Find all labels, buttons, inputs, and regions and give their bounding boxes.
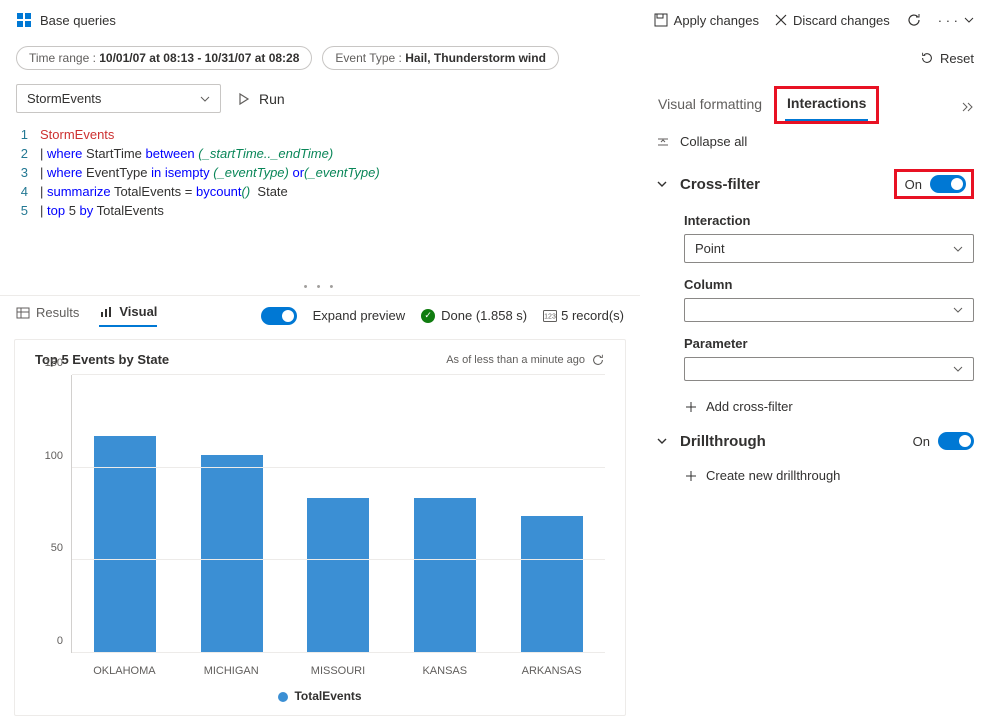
- chevron-down-icon: [953, 305, 963, 315]
- x-axis-label: ARKANSAS: [504, 665, 600, 677]
- x-axis-label: OKLAHOMA: [76, 665, 172, 677]
- interaction-select[interactable]: Point: [684, 234, 974, 263]
- header-bar: Base queries Apply changes Discard chang…: [0, 0, 990, 40]
- crossfilter-section: Cross-filter On: [656, 159, 974, 209]
- crossfilter-toggle[interactable]: [930, 175, 966, 193]
- chevron-down-icon: [964, 15, 974, 25]
- ellipsis-icon: · · ·: [938, 13, 958, 28]
- chevron-double-right-icon: [960, 100, 974, 114]
- query-status: ✓ Done (1.858 s): [421, 308, 527, 323]
- collapse-icon: [656, 135, 670, 149]
- expand-pane-button[interactable]: [960, 100, 974, 114]
- refresh-button[interactable]: [906, 12, 922, 28]
- discard-changes-button[interactable]: Discard changes: [775, 13, 890, 28]
- plus-icon: [684, 469, 698, 483]
- run-button[interactable]: Run: [237, 91, 285, 107]
- tab-interactions[interactable]: Interactions: [785, 91, 868, 121]
- x-axis-label: MICHIGAN: [183, 665, 279, 677]
- column-select[interactable]: [684, 298, 974, 322]
- chart-bar[interactable]: [307, 498, 369, 653]
- chevron-down-icon: [200, 94, 210, 104]
- chevron-down-icon[interactable]: [656, 435, 668, 447]
- pane-splitter[interactable]: • • •: [0, 281, 640, 295]
- create-drillthrough-button[interactable]: Create new drillthrough: [656, 460, 974, 491]
- highlighted-toggle: On: [894, 169, 974, 199]
- more-menu[interactable]: · · ·: [938, 13, 974, 28]
- tab-visual[interactable]: Visual: [99, 304, 157, 327]
- results-toolbar: Results Visual Expand preview ✓ Done (1.…: [0, 295, 640, 335]
- chart-legend: TotalEvents: [35, 683, 605, 703]
- page-title: Base queries: [40, 13, 116, 28]
- chart-bar[interactable]: [414, 498, 476, 653]
- collapse-all-button[interactable]: Collapse all: [656, 124, 974, 159]
- refresh-icon: [906, 12, 922, 28]
- apply-changes-button[interactable]: Apply changes: [654, 13, 759, 28]
- success-icon: ✓: [421, 309, 435, 323]
- x-axis-label: KANSAS: [397, 665, 493, 677]
- chart-timestamp: As of less than a minute ago: [446, 353, 605, 367]
- filter-bar: Time range : 10/01/07 at 08:13 - 10/31/0…: [0, 40, 990, 76]
- parameter-label: Parameter: [656, 332, 974, 355]
- legend-color-icon: [278, 692, 288, 702]
- chevron-down-icon: [953, 244, 963, 254]
- close-icon: [775, 14, 787, 26]
- chevron-down-icon[interactable]: [656, 178, 668, 190]
- app-icon: [16, 12, 32, 28]
- tab-visual-formatting[interactable]: Visual formatting: [656, 92, 764, 122]
- reset-button[interactable]: Reset: [920, 51, 974, 66]
- chart-bar[interactable]: [521, 516, 583, 653]
- expand-preview-toggle[interactable]: [261, 307, 297, 325]
- query-editor[interactable]: 1StormEvents2| where StartTime between (…: [0, 121, 640, 281]
- event-type-filter[interactable]: Event Type : Hail, Thunderstorm wind: [322, 46, 559, 70]
- add-crossfilter-button[interactable]: Add cross-filter: [656, 391, 974, 422]
- x-axis-label: MISSOURI: [290, 665, 386, 677]
- interaction-label: Interaction: [656, 209, 974, 232]
- parameter-select[interactable]: [684, 357, 974, 381]
- chart-bar[interactable]: [94, 436, 156, 653]
- record-count: 123 5 record(s): [543, 308, 624, 323]
- play-icon: [237, 92, 251, 106]
- chart-panel: Top 5 Events by State As of less than a …: [14, 339, 626, 716]
- chevron-down-icon: [953, 364, 963, 374]
- highlighted-tab: Interactions: [774, 86, 879, 124]
- chart-body: 050100150OKLAHOMAMICHIGANMISSOURIKANSASA…: [35, 375, 605, 683]
- expand-preview-label: Expand preview: [313, 308, 406, 323]
- chart-icon: [99, 305, 113, 319]
- time-range-filter[interactable]: Time range : 10/01/07 at 08:13 - 10/31/0…: [16, 46, 312, 70]
- tab-results[interactable]: Results: [16, 305, 79, 326]
- source-dropdown[interactable]: StormEvents: [16, 84, 221, 113]
- save-icon: [654, 13, 668, 27]
- plus-icon: [684, 400, 698, 414]
- svg-text:123: 123: [544, 313, 556, 320]
- column-label: Column: [656, 273, 974, 296]
- chart-bar[interactable]: [201, 455, 263, 653]
- right-pane: Visual formatting Interactions Collapse …: [640, 76, 990, 724]
- left-pane: StormEvents Run 1StormEvents2| where Sta…: [0, 76, 640, 724]
- reset-icon: [920, 51, 934, 65]
- drillthrough-toggle[interactable]: [938, 432, 974, 450]
- refresh-icon[interactable]: [591, 353, 605, 367]
- table-icon: [16, 306, 30, 320]
- records-icon: 123: [543, 310, 557, 322]
- drillthrough-section: Drillthrough On: [656, 422, 974, 460]
